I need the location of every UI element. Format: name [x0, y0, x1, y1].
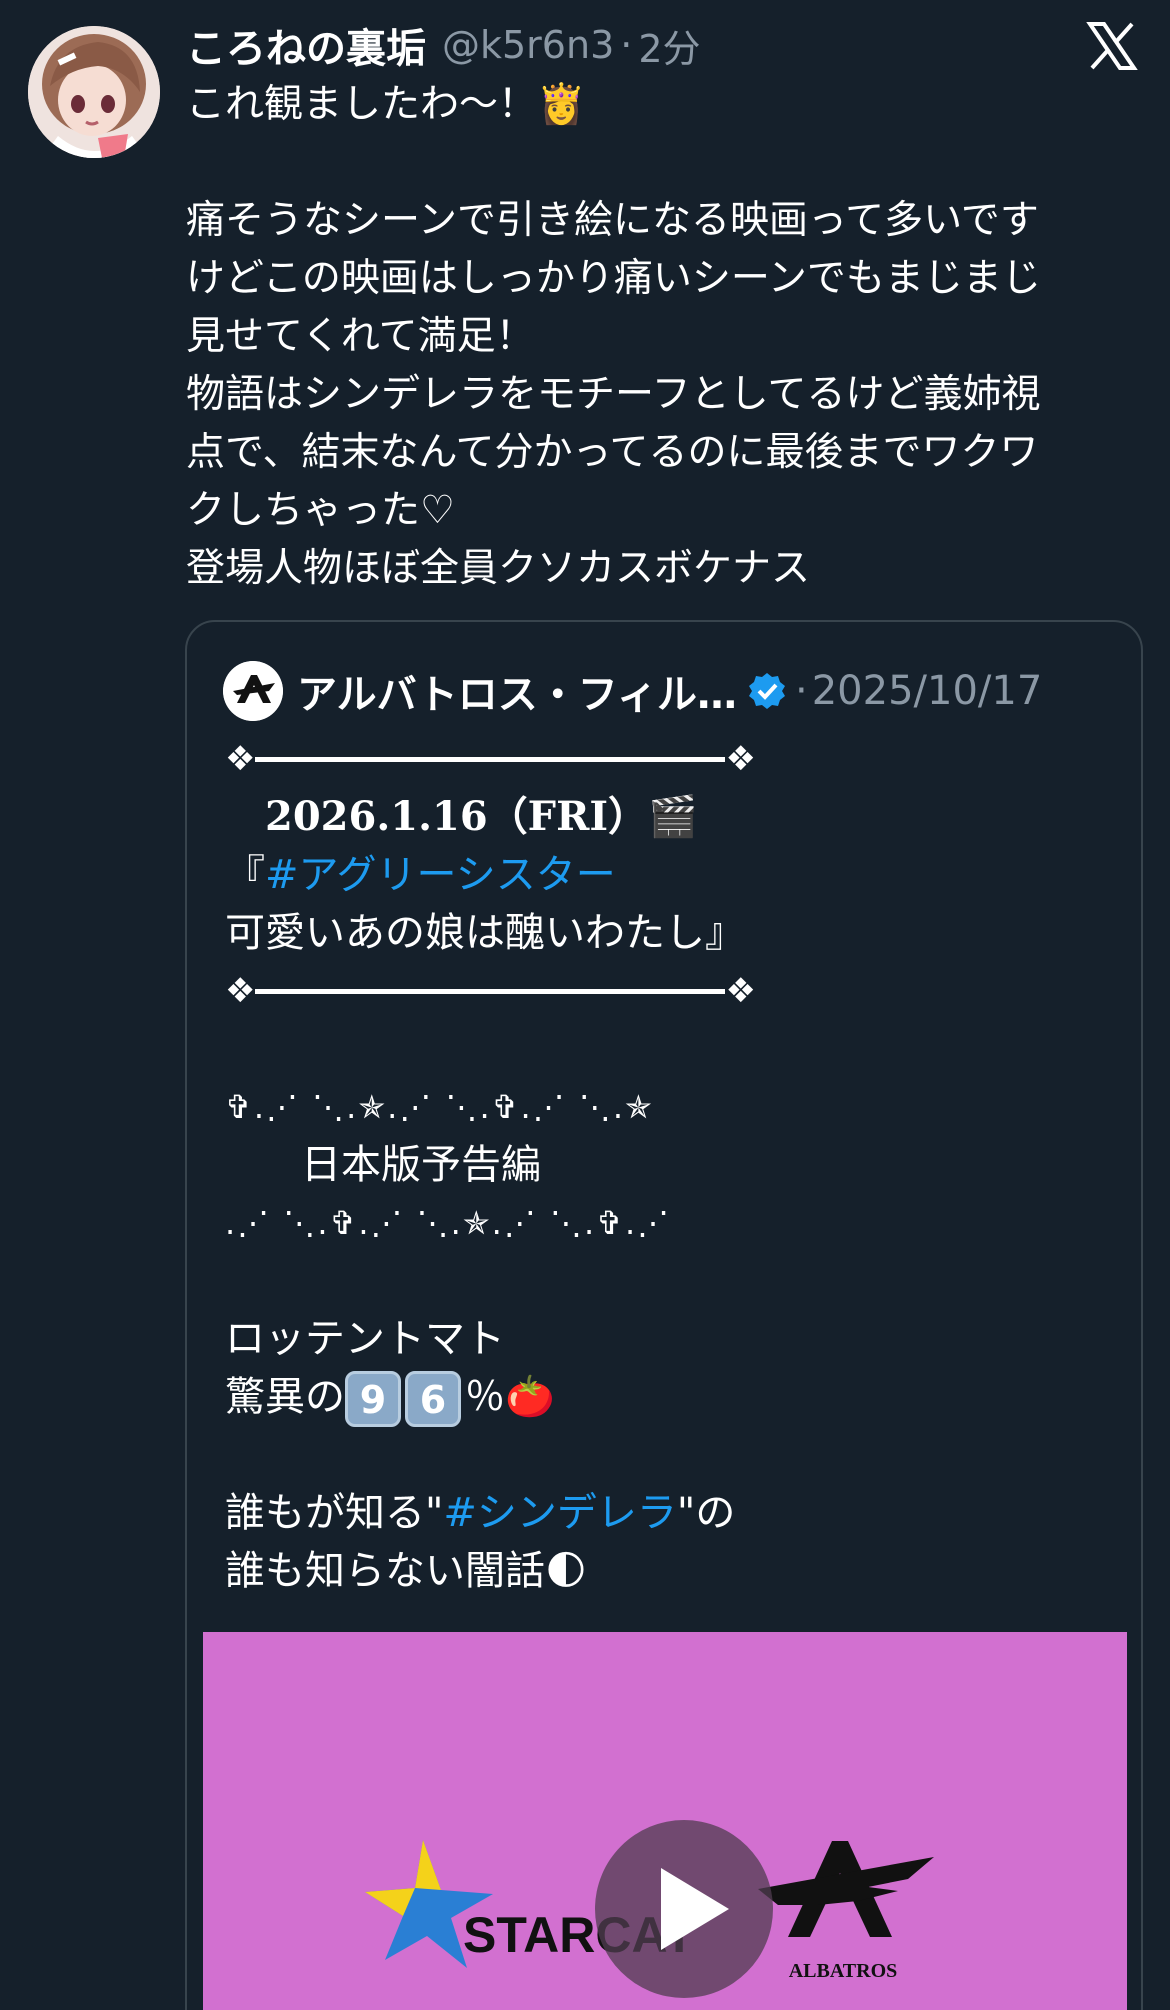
keycap-digit: 9	[345, 1371, 401, 1427]
title-line-2: 可愛いあの娘は醜いわたし』	[225, 910, 745, 956]
trailer-label: 日本版予告編	[301, 1142, 541, 1188]
verified-badge-icon	[747, 671, 787, 711]
avatar[interactable]	[28, 26, 160, 158]
albatros-logo-text: ALBATROS	[789, 1960, 898, 1982]
separator-dot: ·	[620, 23, 633, 67]
diamond-ornament-icon: ❖	[725, 739, 756, 779]
post-text-line: けどこの映画はしっかり痛いシーンでもまじまじ	[186, 256, 1041, 301]
score-suffix: ％🍅	[465, 1374, 555, 1420]
divider-rule	[255, 756, 726, 762]
video-thumbnail[interactable]: STARCAT ALBATROS	[203, 1632, 1127, 2010]
albatros-logo-icon	[223, 661, 283, 721]
albatros-logo: ALBATROS	[758, 1841, 934, 1982]
score-prefix: 驚異の	[225, 1374, 345, 1420]
post-text-line: 登場人物ほぼ全員クソカスボケナス	[186, 546, 811, 591]
divider-rule	[255, 988, 726, 994]
star-ornament-line: .⋰ ⋱.✞.⋰ ⋱.✯.⋰ ⋱.✞.⋰	[225, 1204, 672, 1242]
rotten-tomatoes-label: ロッテントマト	[225, 1316, 505, 1362]
score-line: 驚異の 9 6 ％🍅	[225, 1368, 1125, 1427]
display-name[interactable]: ころねの裏垢	[186, 16, 426, 74]
cinderella-suffix: "の	[676, 1490, 736, 1536]
keycap-digit: 6	[405, 1371, 461, 1427]
quoted-display-name[interactable]: アルバトロス・フィル…	[297, 662, 737, 720]
post-header: ころねの裏垢 @k5r6n3 · 2分	[186, 14, 701, 76]
x-logo-icon[interactable]	[1086, 20, 1138, 72]
separator-dot: ·	[795, 668, 808, 714]
post-text-line	[186, 134, 1126, 192]
hashtag-ugly-sister[interactable]: #アグリーシスター	[265, 852, 616, 898]
timestamp[interactable]: 2分	[638, 18, 700, 73]
post-text-line: 物語はシンデレラをモチーフとしてるけど義姉視	[186, 372, 1041, 417]
post-text-line: これ観ましたわ〜！👸	[186, 82, 586, 127]
title-open-bracket: 『	[225, 852, 265, 898]
star-ornament-line: ✞.⋰ ⋱.✯.⋰ ⋱.✞.⋰ ⋱.✯	[225, 1088, 654, 1126]
dark-tale-line: 誰も知らない闇話🌓	[225, 1548, 587, 1594]
quoted-avatar[interactable]	[223, 661, 283, 721]
post-text: これ観ましたわ〜！👸 痛そうなシーンで引き絵になる映画って多いです けどこの映画…	[186, 76, 1126, 598]
release-date: 2026.1.16（FRI）🎬	[265, 793, 698, 840]
quoted-post-header: アルバトロス・フィル… · 2025/10/17	[223, 658, 1042, 724]
hashtag-cinderella[interactable]: #シンデレラ	[443, 1490, 677, 1536]
post-text-line: 点で、結末なんて分かってるのに最後までワクワ	[186, 430, 1039, 475]
diamond-ornament-icon: ❖	[225, 971, 256, 1011]
title-line-1: 『#アグリーシスター	[225, 846, 1125, 904]
post-text-line: 見せてくれて満足！	[186, 314, 535, 359]
cinderella-line: 誰もが知る"#シンデレラ"の	[225, 1484, 1125, 1542]
diamond-ornament-icon: ❖	[225, 739, 256, 779]
cinderella-prefix: 誰もが知る"	[225, 1490, 444, 1536]
quoted-post-card[interactable]: アルバトロス・フィル… · 2025/10/17 ❖ ❖ 2026.1.16（F…	[185, 620, 1143, 2010]
quoted-post-text: ❖ ❖ 2026.1.16（FRI）🎬 『#アグリーシスター 可愛いあの娘は醜い…	[225, 730, 1125, 1600]
user-handle[interactable]: @k5r6n3	[442, 23, 614, 67]
post-text-line: 痛そうなシーンで引き絵になる映画って多いです	[186, 198, 1039, 243]
play-icon	[661, 1868, 729, 1950]
avatar-image	[28, 26, 160, 158]
quoted-date: 2025/10/17	[811, 668, 1043, 714]
post-text-line: クしちゃった♡	[186, 488, 455, 533]
play-button[interactable]	[595, 1820, 773, 1998]
diamond-divider: ❖ ❖	[225, 962, 1125, 1020]
diamond-ornament-icon: ❖	[725, 971, 756, 1011]
diamond-divider: ❖ ❖	[225, 730, 1125, 788]
